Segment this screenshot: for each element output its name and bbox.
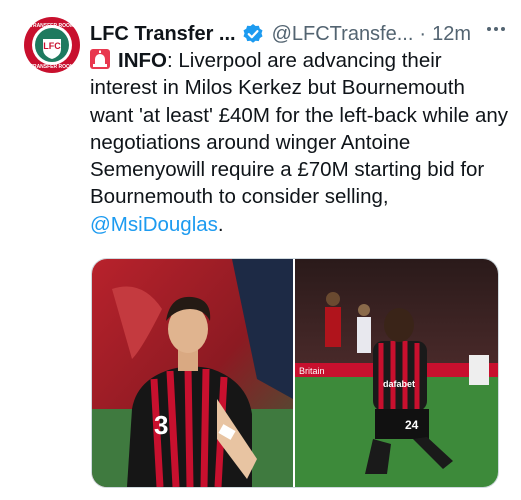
svg-text:24: 24 (405, 418, 419, 432)
svg-text:Britain: Britain (299, 366, 325, 376)
svg-text:TRANSFER ROOM: TRANSFER ROOM (30, 64, 74, 70)
ellipsis-icon[interactable] (484, 18, 508, 44)
verified-badge-icon (242, 23, 264, 45)
siren-icon (90, 49, 110, 69)
separator-dot: · (419, 22, 427, 45)
mention-link[interactable]: @MsiDouglas (90, 213, 218, 236)
transfer-room-logo: LFC TRANSFER ROOM TRANSFER ROOM (24, 17, 80, 73)
svg-text:dafabet: dafabet (383, 379, 415, 389)
display-name[interactable]: LFC Transfer ... (90, 23, 236, 46)
tweet-text: INFO: Liverpool are advancing their inte… (90, 47, 510, 238)
svg-text:TRANSFER ROOM: TRANSFER ROOM (30, 23, 74, 29)
tweet-header: LFC Transfer ... @LFCTransfe... · 12m (90, 20, 511, 48)
media-image-right[interactable]: Britain dafabet 24 (295, 259, 498, 487)
media-image-left[interactable]: 3 (92, 259, 293, 487)
svg-text:3: 3 (154, 410, 168, 440)
media-grid: 3 Britain dafabet 24 (91, 258, 499, 488)
avatar[interactable]: LFC TRANSFER ROOM TRANSFER ROOM (23, 16, 81, 74)
timestamp[interactable]: 12m (432, 23, 471, 46)
tweet-trailing: . (217, 212, 224, 236)
user-handle[interactable]: @LFCTransfe... (272, 23, 414, 46)
svg-text:LFC: LFC (43, 41, 61, 51)
info-label: INFO (118, 49, 167, 72)
tweet-body: : Liverpool are advancing their interest… (90, 49, 509, 209)
